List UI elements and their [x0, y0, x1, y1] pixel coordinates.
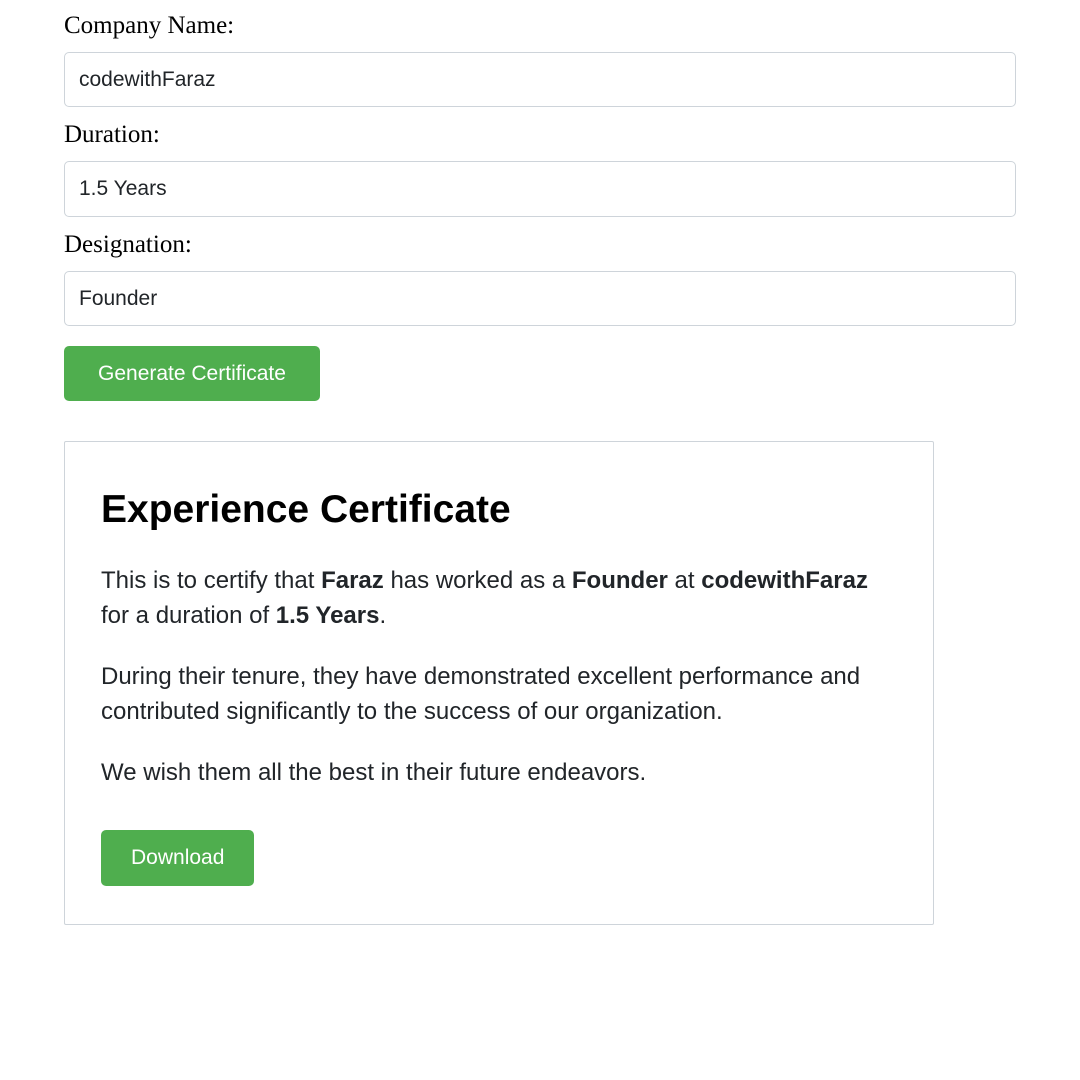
- certificate-paragraph-1: This is to certify that Faraz has worked…: [101, 564, 897, 634]
- certificate-title: Experience Certificate: [101, 488, 897, 532]
- company-name-label: Company Name:: [64, 12, 1016, 40]
- cert-text: has worked as a: [384, 567, 572, 594]
- company-name-input[interactable]: [64, 52, 1016, 107]
- download-button[interactable]: Download: [101, 830, 254, 885]
- cert-designation: Founder: [572, 567, 668, 594]
- designation-group: Designation:: [64, 231, 1016, 326]
- cert-duration: 1.5 Years: [276, 602, 380, 629]
- designation-input[interactable]: [64, 271, 1016, 326]
- certificate-paragraph-2: During their tenure, they have demonstra…: [101, 660, 897, 730]
- cert-company: codewithFaraz: [701, 567, 868, 594]
- cert-text: .: [379, 602, 386, 629]
- cert-text: for a duration of: [101, 602, 276, 629]
- cert-text: This is to certify that: [101, 567, 321, 594]
- cert-text: at: [668, 567, 701, 594]
- duration-label: Duration:: [64, 121, 1016, 149]
- duration-input[interactable]: [64, 161, 1016, 216]
- certificate-paragraph-3: We wish them all the best in their futur…: [101, 756, 897, 791]
- certificate-card: Experience Certificate This is to certif…: [64, 441, 934, 924]
- duration-group: Duration:: [64, 121, 1016, 216]
- cert-name: Faraz: [321, 567, 384, 594]
- designation-label: Designation:: [64, 231, 1016, 259]
- page-container: Company Name: Duration: Designation: Gen…: [0, 0, 1080, 955]
- generate-certificate-button[interactable]: Generate Certificate: [64, 346, 320, 401]
- company-name-group: Company Name:: [64, 12, 1016, 107]
